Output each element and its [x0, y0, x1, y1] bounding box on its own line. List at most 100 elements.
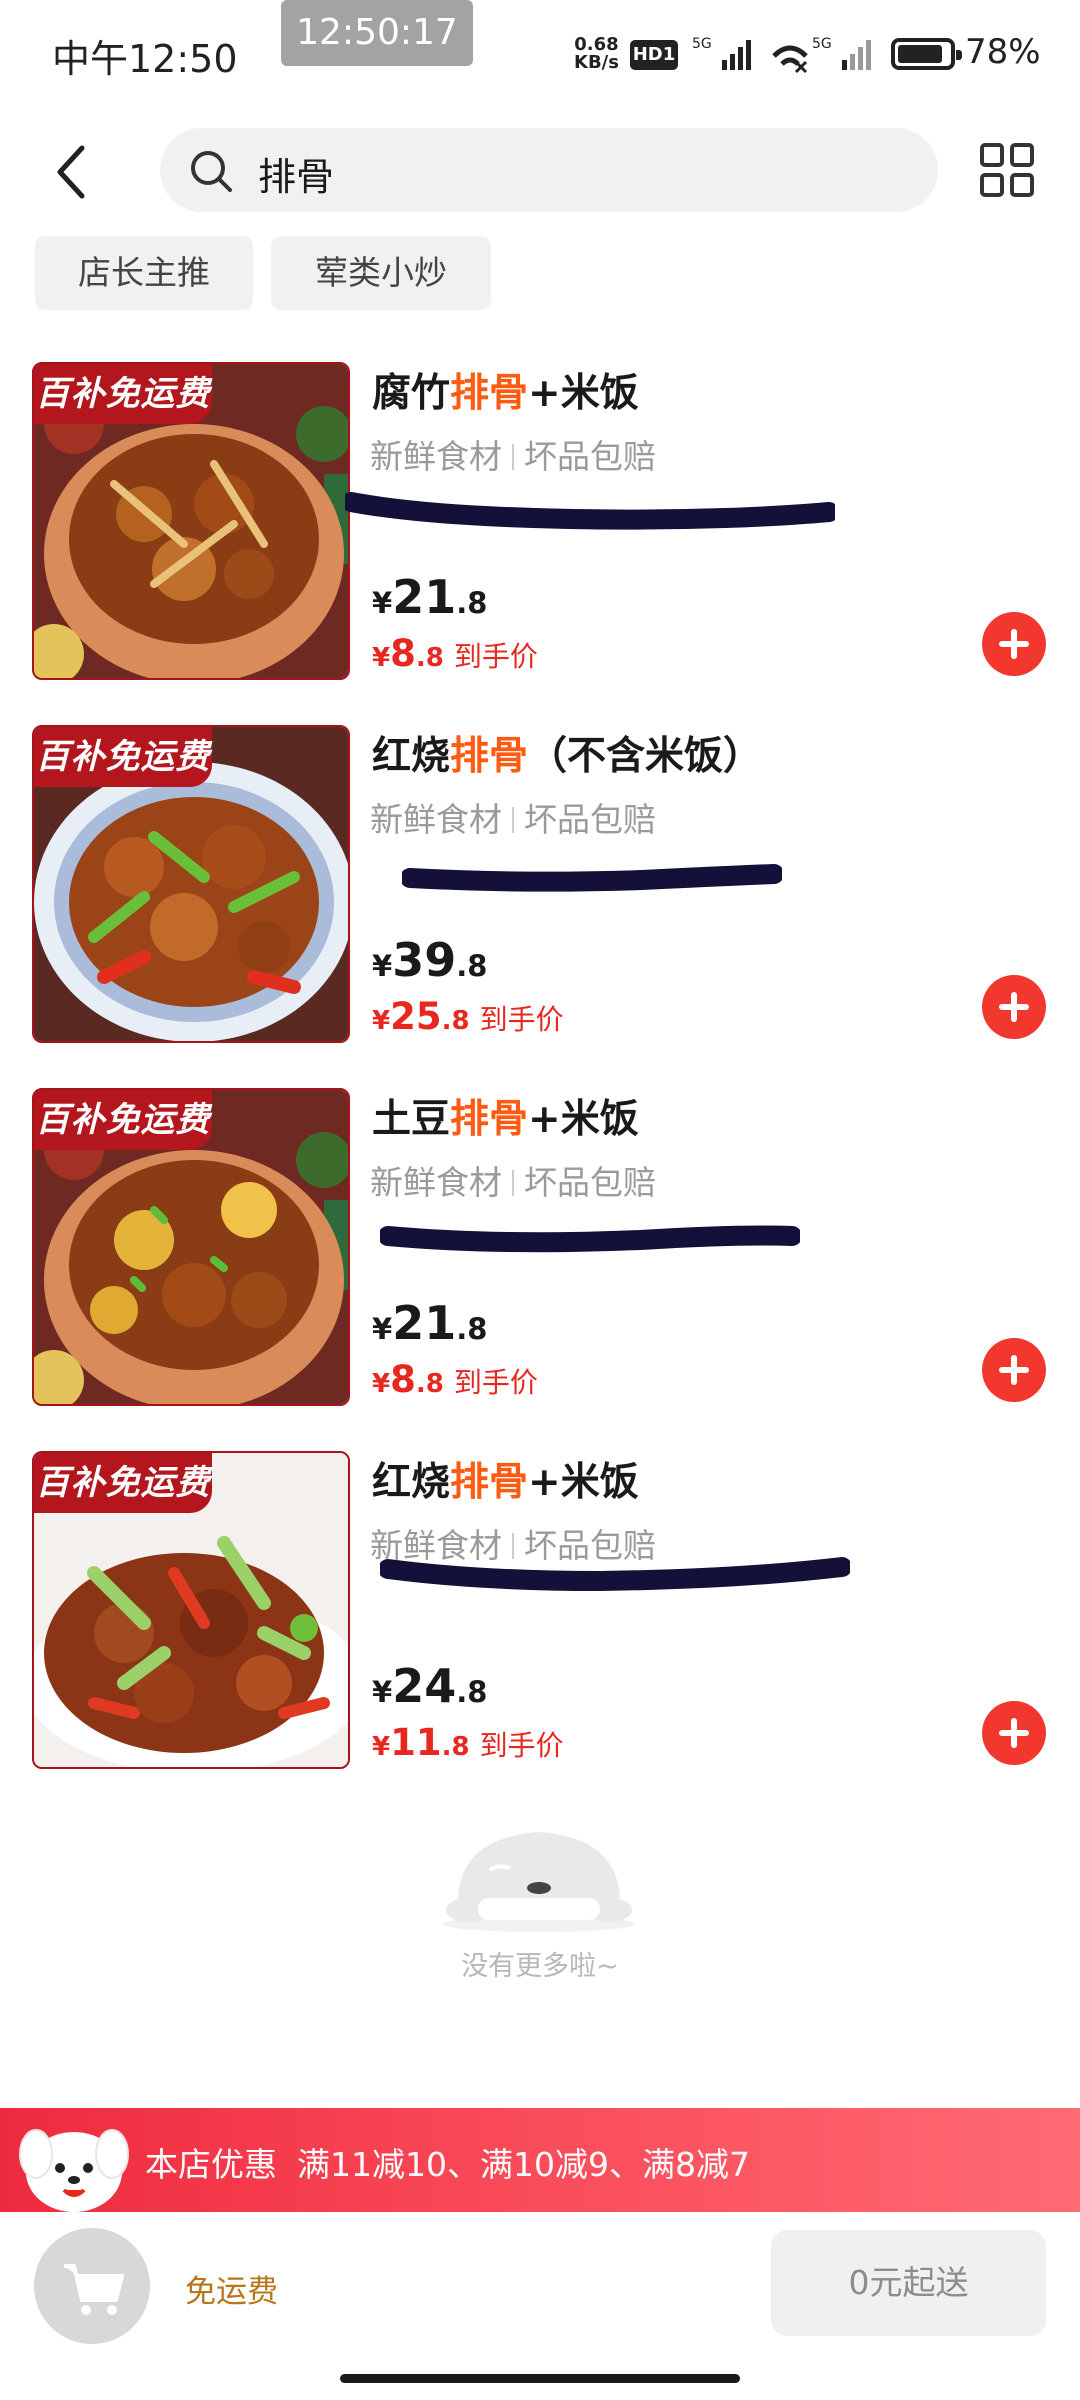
redaction-scribble [380, 1557, 850, 1592]
final-decimal: .8 [441, 1006, 470, 1036]
final-price: ¥8.8 到手价 [372, 1358, 538, 1401]
signal-1-label: 5G [692, 36, 712, 52]
min-order-button[interactable]: 0元起送 [771, 2230, 1046, 2336]
back-button[interactable] [40, 130, 110, 210]
promo-text[interactable]: 本店优惠 满11减10、满10减9、满8减7 [145, 2138, 750, 2186]
product-image[interactable]: 百补免运费 [32, 362, 350, 680]
product-card[interactable]: 百补免运费 红烧排骨+米饭 新鲜食材 坏品包赔 ¥24.8 ¥11.8 到手价 [0, 1451, 1080, 1781]
price-decimal: .8 [456, 1312, 488, 1346]
battery-icon [891, 38, 962, 70]
product-image[interactable]: 百补免运费 [32, 1451, 350, 1769]
product-title[interactable]: 红烧排骨+米饭 [372, 1451, 639, 1507]
empty-mascot-icon [443, 1832, 635, 1932]
product-image[interactable]: 百补免运费 [32, 1088, 350, 1406]
product-title[interactable]: 腐竹排骨+米饭 [372, 362, 639, 418]
final-price-label: 到手价 [453, 1366, 538, 1399]
product-features: 新鲜食材 坏品包赔 [370, 430, 656, 478]
feature-separator [512, 807, 514, 833]
net-speed-unit: KB/s [574, 52, 619, 73]
currency: ¥ [372, 949, 393, 983]
feature-separator [512, 1170, 514, 1196]
price-integer: 21 [392, 570, 457, 624]
search-bar[interactable]: 排骨 [160, 128, 938, 212]
product-features: 新鲜食材 坏品包赔 [370, 793, 656, 841]
price-decimal: .8 [456, 949, 488, 983]
product-title[interactable]: 红烧排骨（不含米饭） [372, 725, 762, 781]
price-decimal: .8 [456, 586, 488, 620]
title-highlight: 排骨 [450, 734, 529, 779]
free-delivery-text: 免运费 [185, 2274, 278, 2310]
add-to-cart-button[interactable] [982, 1701, 1046, 1765]
currency: ¥ [372, 1732, 391, 1762]
title-prefix: 腐竹 [372, 371, 451, 416]
tag-recommended[interactable]: 店长主推 [35, 236, 253, 310]
signal-1-icon: 5G [692, 36, 751, 70]
title-suffix: +米饭 [528, 371, 639, 416]
currency: ¥ [372, 1312, 393, 1346]
promo-badge: 百补免运费 [34, 727, 212, 787]
signal-2-label: 5G [812, 36, 832, 52]
price-integer: 24 [392, 1659, 457, 1713]
currency: ¥ [372, 586, 393, 620]
battery-level: 78% [965, 32, 1041, 72]
product-card[interactable]: 百补免运费 腐竹排骨+米饭 新鲜食材 坏品包赔 ¥21.8 ¥8.8 到手价 [0, 362, 1080, 692]
final-integer: 11 [390, 1721, 442, 1764]
product-image[interactable]: 百补免运费 [32, 725, 350, 1043]
final-price: ¥8.8 到手价 [372, 632, 538, 675]
home-indicator[interactable] [340, 2374, 740, 2383]
promo-badge: 百补免运费 [34, 1090, 212, 1150]
final-integer: 8 [390, 632, 416, 675]
currency: ¥ [372, 643, 391, 673]
status-time: 中午12:50 [52, 37, 238, 81]
title-prefix: 土豆 [372, 1097, 451, 1142]
final-decimal: .8 [415, 1369, 444, 1399]
search-query[interactable]: 排骨 [258, 146, 334, 201]
original-price: ¥21.8 [372, 1296, 487, 1350]
add-to-cart-button[interactable] [982, 612, 1046, 676]
end-of-list-text: 没有更多啦~ [461, 1951, 619, 1982]
title-prefix: 红烧 [372, 1460, 451, 1505]
joy-dog-mascot-icon [19, 2129, 129, 2212]
cart-button[interactable] [34, 2228, 150, 2344]
status-bar: 中午12:50 12:50:17 0.68 KB/s HD1 5G 5G 78% [0, 0, 1080, 110]
feature-guarantee: 坏品包赔 [524, 437, 656, 476]
currency: ¥ [372, 1369, 391, 1399]
original-price: ¥24.8 [372, 1659, 487, 1713]
title-suffix: +米饭 [528, 1097, 639, 1142]
redaction-scribble [380, 1225, 800, 1253]
discount-offers: 满11减10、满10减9、满8减7 [297, 2145, 750, 2184]
title-highlight: 排骨 [450, 371, 529, 416]
product-title[interactable]: 土豆排骨+米饭 [372, 1088, 639, 1144]
final-price-label: 到手价 [479, 1003, 564, 1036]
wifi-off-icon [772, 45, 808, 74]
title-suffix: （不含米饭） [528, 734, 763, 779]
title-highlight: 排骨 [450, 1460, 529, 1505]
title-suffix: +米饭 [528, 1460, 639, 1505]
cart-icon [64, 2264, 124, 2315]
feature-separator [512, 444, 514, 470]
search-icon [191, 151, 232, 192]
feature-fresh: 新鲜食材 [370, 437, 502, 476]
promo-badge: 百补免运费 [34, 1453, 212, 1513]
shop-discount-label: 本店优惠 [145, 2145, 277, 2184]
final-price: ¥25.8 到手价 [372, 995, 564, 1038]
original-price: ¥39.8 [372, 933, 487, 987]
add-to-cart-button[interactable] [982, 1338, 1046, 1402]
title-highlight: 排骨 [450, 1097, 529, 1142]
title-prefix: 红烧 [372, 734, 451, 779]
product-features: 新鲜食材 坏品包赔 [370, 1156, 656, 1204]
feature-guarantee: 坏品包赔 [524, 800, 656, 839]
price-integer: 39 [392, 933, 457, 987]
redaction-scribble [402, 864, 782, 892]
final-decimal: .8 [441, 1732, 470, 1762]
add-to-cart-button[interactable] [982, 975, 1046, 1039]
time-overlay: 12:50:17 [281, 0, 473, 66]
original-price: ¥21.8 [372, 570, 487, 624]
currency: ¥ [372, 1675, 393, 1709]
product-card[interactable]: 百补免运费 红烧排骨（不含米饭） 新鲜食材 坏品包赔 ¥39.8 ¥25.8 到手价 [0, 725, 1080, 1055]
product-card[interactable]: 百补免运费 土豆排骨+米饭 新鲜食材 坏品包赔 ¥21.8 ¥8.8 到手价 [0, 1088, 1080, 1418]
feature-fresh: 新鲜食材 [370, 800, 502, 839]
promo-badge: 百补免运费 [34, 364, 212, 424]
tag-meat-stirfry[interactable]: 荤类小炒 [271, 236, 491, 310]
grid-view-button[interactable] [975, 138, 1039, 202]
